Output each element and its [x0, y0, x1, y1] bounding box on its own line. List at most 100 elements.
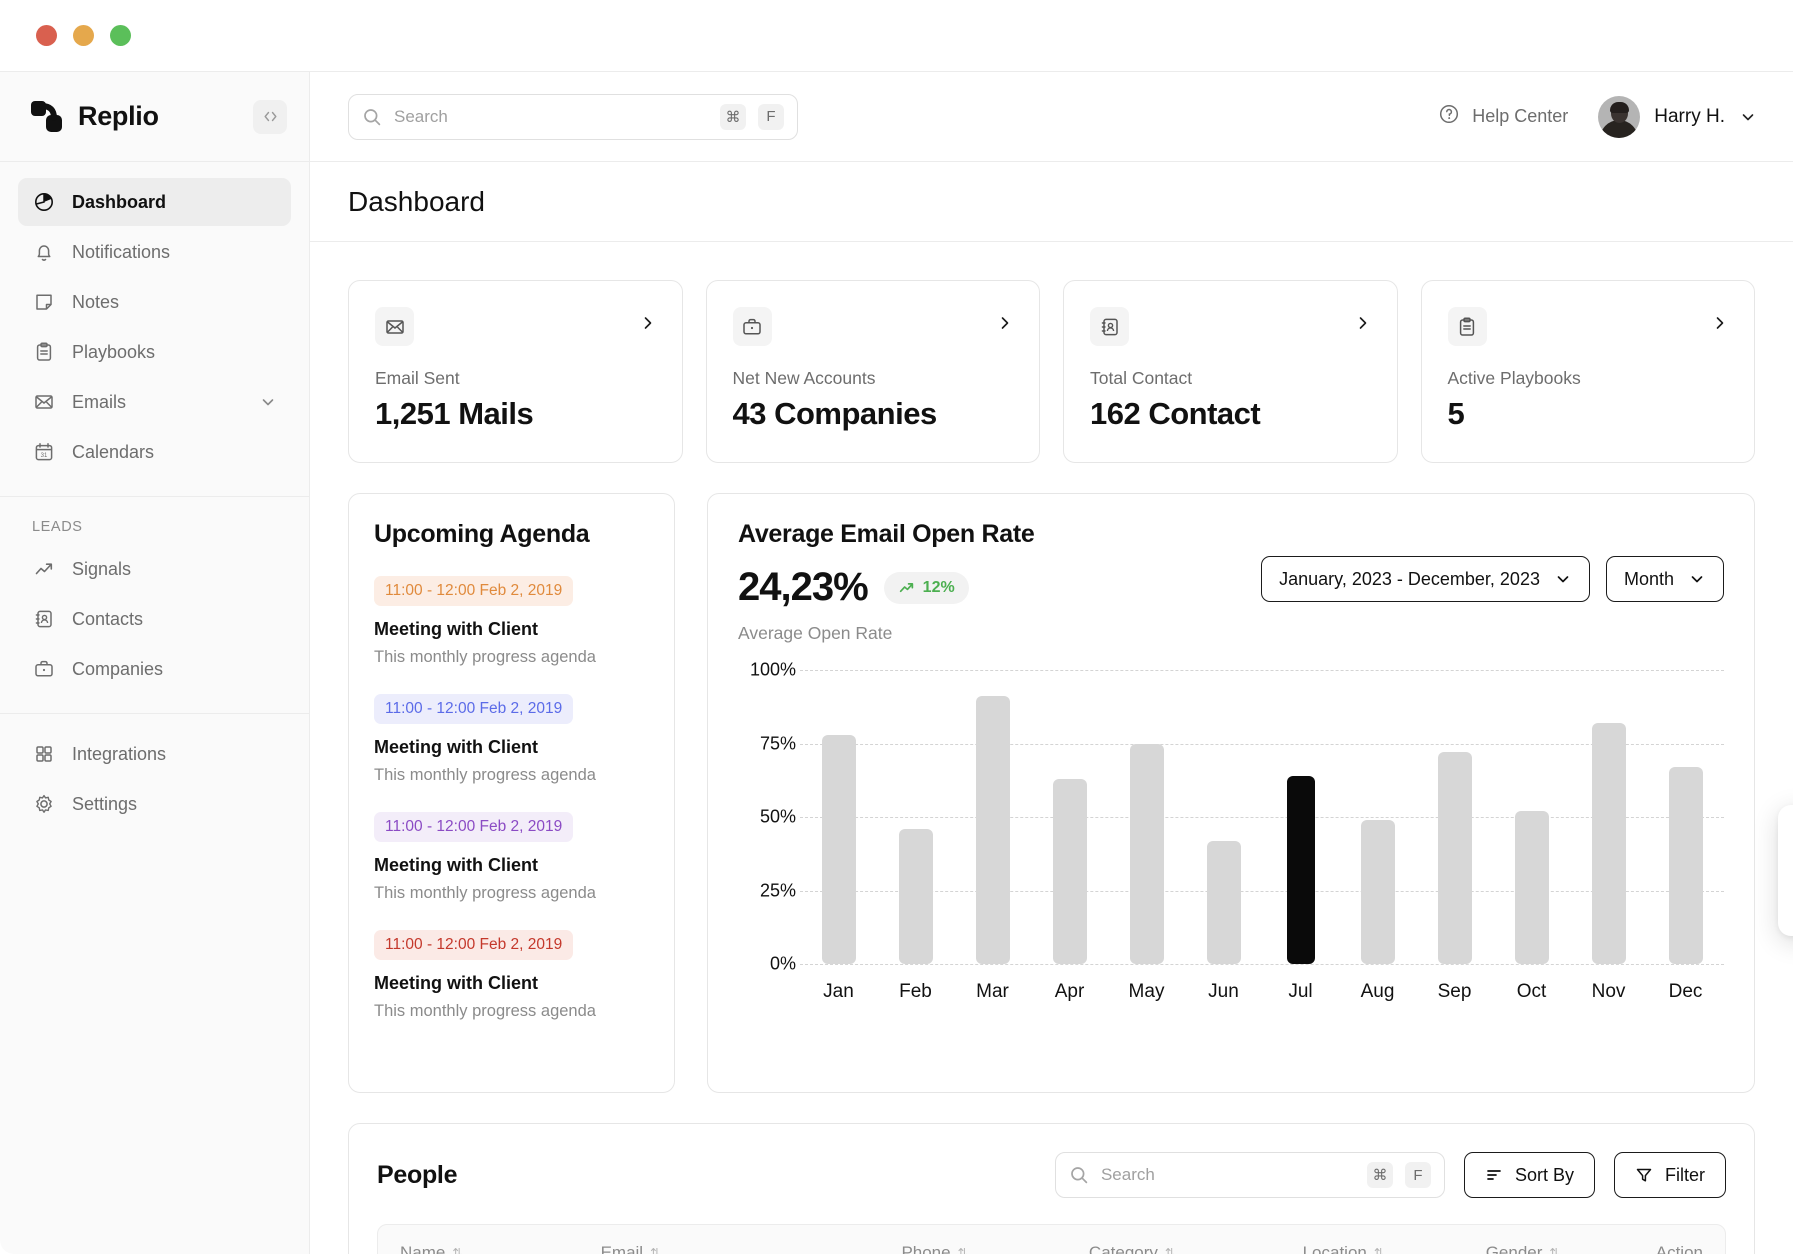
chart-tooltip: July 2023 Open Rate 64,23% — [1778, 805, 1793, 936]
bar-slot[interactable] — [1031, 670, 1108, 964]
page-header: Dashboard — [310, 162, 1793, 242]
sidebar-item-notifications[interactable]: Notifications — [18, 228, 291, 276]
agenda-item-desc: This monthly progress agenda — [374, 766, 596, 784]
help-center-button[interactable]: Help Center — [1438, 103, 1568, 130]
granularity-label: Month — [1623, 568, 1674, 589]
table-column-header[interactable]: Location ⇅ — [1303, 1243, 1486, 1254]
sidebar-item-label: Settings — [72, 793, 138, 814]
trend-badge: 12% — [883, 571, 969, 604]
traffic-lights — [36, 25, 131, 46]
agenda-list-item[interactable]: 11:00 - 12:00 Feb 2, 2019 Meeting with C… — [374, 576, 649, 667]
minimize-window-button[interactable] — [73, 25, 94, 46]
x-axis-tick-label: Jan — [823, 981, 854, 1002]
table-column-header[interactable]: Action — [1656, 1243, 1703, 1254]
bar[interactable] — [1668, 767, 1703, 964]
agenda-list-item[interactable]: 11:00 - 12:00 Feb 2, 2019 Meeting with C… — [374, 930, 649, 1021]
bar-slot[interactable] — [1493, 670, 1570, 964]
sidebar-leads-nav: LEADS Signals Contacts Companies — [0, 497, 309, 714]
sidebar-footer-nav: Integrations Settings — [0, 714, 309, 848]
close-window-button[interactable] — [36, 25, 57, 46]
table-column-header[interactable]: Email ⇅ — [601, 1243, 902, 1254]
sidebar-item-notes[interactable]: Notes — [18, 278, 291, 326]
chevron-left-right-icon — [264, 111, 276, 122]
sort-by-button[interactable]: Sort By — [1463, 1152, 1595, 1198]
bar-slot[interactable] — [1647, 670, 1724, 964]
stat-card-active-playbooks[interactable]: Active Playbooks 5 — [1420, 280, 1755, 463]
avatar — [1598, 95, 1641, 138]
bar[interactable] — [1591, 722, 1626, 964]
table-column-header[interactable]: Phone ⇅ — [901, 1243, 1088, 1254]
help-center-label: Help Center — [1472, 106, 1569, 126]
table-column-header[interactable]: Gender ⇅ — [1486, 1243, 1656, 1254]
profile-menu-button[interactable]: Harry H. — [1598, 95, 1757, 138]
sidebar-item-companies[interactable]: Companies — [18, 645, 291, 693]
chart-title: Average Email Open Rate — [738, 520, 1035, 548]
bar-highlighted[interactable] — [1286, 775, 1315, 964]
sidebar-item-label: Companies — [72, 658, 164, 679]
date-range-select[interactable]: January, 2023 - December, 2023 — [1261, 556, 1590, 602]
stat-card-total-contact[interactable]: Total Contact 162 Contact — [1063, 280, 1398, 463]
sidebar-item-dashboard[interactable]: Dashboard — [18, 178, 291, 226]
bar-slot[interactable] — [1108, 670, 1185, 964]
table-column-header[interactable]: Name ⇅ — [400, 1243, 601, 1254]
bar-slot[interactable] — [1185, 670, 1262, 964]
y-axis-tick-label: 75% — [759, 733, 796, 753]
bar-slot[interactable] — [1262, 670, 1339, 964]
x-axis-tick-label: May — [1128, 981, 1165, 1002]
bar[interactable] — [1360, 819, 1395, 964]
dashboard-middle-row: Upcoming Agenda 11:00 - 12:00 Feb 2, 201… — [348, 493, 1793, 1093]
x-axis-tick-label: Mar — [976, 981, 1009, 1002]
filter-button[interactable]: Filter — [1614, 1152, 1726, 1198]
zoom-window-button[interactable] — [110, 25, 131, 46]
bar[interactable] — [1437, 752, 1472, 964]
bar-slot[interactable] — [800, 670, 877, 964]
bar[interactable] — [1514, 811, 1549, 964]
bar-slot[interactable] — [1570, 670, 1647, 964]
column-label: Gender — [1485, 1243, 1543, 1254]
bar[interactable] — [1129, 743, 1164, 964]
sidebar-item-label: Calendars — [72, 441, 155, 462]
bar[interactable] — [975, 696, 1010, 964]
global-search[interactable]: ⌘ F — [348, 93, 798, 140]
bar[interactable] — [1052, 778, 1087, 964]
bar-slot[interactable] — [954, 670, 1031, 964]
bar[interactable] — [1206, 840, 1241, 964]
sidebar-item-settings[interactable]: Settings — [18, 780, 291, 828]
bar-chart-plot: 100% 75% 50% 25% 0% Jan Feb Mar Apr May Jun Jul Aug… — [738, 660, 1793, 1020]
bar[interactable] — [821, 734, 856, 964]
agenda-list-item[interactable]: 11:00 - 12:00 Feb 2, 2019 Meeting with C… — [374, 694, 649, 785]
upcoming-agenda-card: Upcoming Agenda 11:00 - 12:00 Feb 2, 201… — [348, 493, 675, 1093]
sidebar-item-calendars[interactable]: 31 Calendars — [18, 428, 291, 476]
chevron-right-icon — [1712, 307, 1728, 331]
bar[interactable] — [898, 828, 933, 964]
sort-arrow-icon: ⇅ — [452, 1246, 463, 1254]
sidebar-item-contacts[interactable]: Contacts — [18, 595, 291, 643]
sidebar-item-playbooks[interactable]: Playbooks — [18, 328, 291, 376]
agenda-list-item[interactable]: 11:00 - 12:00 Feb 2, 2019 Meeting with C… — [374, 812, 649, 903]
stat-card-email-sent[interactable]: Email Sent 1,251 Mails — [348, 280, 683, 463]
people-search-input[interactable] — [1100, 1165, 1355, 1185]
bar-slot[interactable] — [1416, 670, 1493, 964]
search-input[interactable] — [394, 106, 708, 127]
sidebar-item-integrations[interactable]: Integrations — [18, 730, 291, 778]
svg-text:31: 31 — [41, 453, 48, 459]
main-content: ⌘ F Help Center — [310, 72, 1793, 1254]
people-search[interactable]: ⌘ F — [1054, 1152, 1445, 1198]
sidebar-item-emails[interactable]: Emails — [18, 378, 291, 426]
stat-card-net-new-accounts[interactable]: Net New Accounts 43 Companies — [705, 280, 1040, 463]
sort-arrow-icon: ⇅ — [957, 1246, 968, 1254]
chevron-right-icon — [997, 307, 1013, 331]
people-title: People — [377, 1160, 458, 1189]
table-column-header[interactable]: Category ⇅ — [1089, 1243, 1303, 1254]
funnel-icon — [1635, 1166, 1653, 1184]
bar-slot[interactable] — [1339, 670, 1416, 964]
sidebar-collapse-button[interactable] — [253, 99, 287, 134]
calendar-icon: 31 — [32, 440, 56, 464]
window-titlebar — [0, 0, 1793, 72]
sidebar-item-signals[interactable]: Signals — [18, 545, 291, 593]
kbd-f: F — [1404, 1162, 1431, 1188]
column-label: Email — [600, 1243, 644, 1254]
bar-slot[interactable] — [877, 670, 954, 964]
grid-icon — [32, 742, 56, 766]
granularity-select[interactable]: Month — [1605, 556, 1724, 602]
